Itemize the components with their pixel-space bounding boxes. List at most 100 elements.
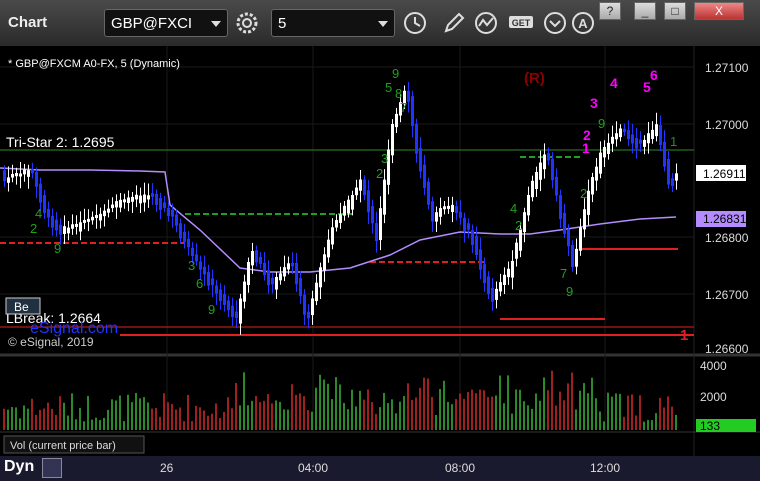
candle	[203, 266, 206, 275]
volume-bar	[471, 389, 473, 430]
get-data-icon[interactable]: GET	[506, 9, 536, 37]
volume-bar	[119, 395, 121, 430]
volume-bar	[255, 395, 257, 430]
candle	[255, 250, 258, 263]
volume-bar	[159, 416, 161, 430]
volume-bar	[647, 419, 649, 430]
candle	[415, 123, 418, 154]
svg-text:4: 4	[35, 206, 42, 221]
volume-bar	[299, 393, 301, 430]
time-label: 26	[160, 461, 174, 475]
menu-arrow-icon[interactable]	[540, 9, 570, 37]
side-count: 1	[670, 134, 677, 149]
candle	[207, 272, 210, 286]
close-button[interactable]: X	[694, 2, 744, 20]
volume-bar	[359, 390, 361, 430]
svg-text:5: 5	[385, 80, 392, 95]
svg-text:1.26700: 1.26700	[705, 288, 749, 302]
dynamic-mode[interactable]: Dyn	[4, 458, 34, 476]
candle	[439, 208, 442, 217]
candle	[347, 199, 350, 214]
candle	[335, 220, 338, 228]
candle	[87, 218, 90, 222]
volume-bar	[15, 407, 17, 430]
volume-bar	[195, 405, 197, 430]
maximize-button[interactable]: □	[664, 2, 686, 20]
volume-bar	[95, 417, 97, 430]
volume-bar	[659, 397, 661, 430]
volume-bar	[215, 403, 217, 430]
volume-bar	[387, 403, 389, 430]
volume-bar	[655, 413, 657, 430]
count-2: 2	[583, 127, 591, 143]
chevron-down-icon[interactable]	[378, 21, 388, 27]
volume-bar	[435, 414, 437, 430]
svg-text:2: 2	[376, 166, 383, 181]
volume-bar	[315, 387, 317, 430]
candle	[479, 249, 482, 270]
interval-field[interactable]: 5	[271, 9, 395, 37]
candle	[559, 195, 562, 220]
pencil-icon[interactable]	[438, 9, 468, 37]
ma-price-tag: 1.26831	[703, 212, 747, 226]
candle	[279, 273, 282, 281]
be-badge-label: Be	[14, 300, 29, 314]
candle	[363, 179, 366, 196]
volume-bar	[3, 408, 5, 430]
volume-bar	[143, 397, 145, 430]
volume-bar	[187, 394, 189, 430]
volume-bar	[627, 395, 629, 430]
volume-bar	[291, 384, 293, 430]
volume-bar	[527, 405, 529, 430]
candle	[195, 254, 198, 262]
candle	[19, 173, 22, 177]
volume-bar	[147, 402, 149, 430]
volume-bar	[71, 393, 73, 430]
minimize-button[interactable]: _	[634, 2, 656, 20]
volume-bar	[163, 393, 165, 430]
svg-text:GET: GET	[512, 18, 531, 28]
volume-bar	[443, 380, 445, 430]
interval-value: 5	[278, 15, 287, 32]
candle	[411, 96, 414, 127]
volume-bar	[467, 392, 469, 430]
candle	[651, 129, 654, 139]
volume-bar	[79, 407, 81, 430]
symbol-field[interactable]: GBP@FXCI	[104, 9, 228, 37]
lock-icon[interactable]	[42, 458, 62, 478]
candle	[175, 214, 178, 226]
candle	[631, 134, 634, 144]
candle	[319, 267, 322, 288]
help-button[interactable]: ?	[599, 2, 621, 20]
clock-icon[interactable]	[400, 9, 430, 37]
volume-bar	[211, 413, 213, 430]
candle	[647, 133, 650, 144]
volume-bar	[99, 420, 101, 430]
svg-text:9: 9	[208, 302, 215, 317]
volume-bar	[363, 399, 365, 430]
settings-gear-icon[interactable]	[232, 9, 262, 37]
studies-icon[interactable]	[472, 9, 502, 37]
volume-bar	[355, 406, 357, 430]
volume-bar	[559, 391, 561, 430]
chevron-down-icon[interactable]	[211, 21, 221, 27]
candle	[283, 267, 286, 277]
candle	[147, 195, 150, 200]
svg-text:9: 9	[598, 116, 605, 131]
svg-text:1.27000: 1.27000	[705, 118, 749, 132]
volume-bar	[263, 400, 265, 430]
candle	[563, 212, 566, 234]
candle	[99, 213, 102, 221]
volume-bar	[563, 400, 565, 430]
candle	[275, 276, 278, 290]
price-chart[interactable]: * GBP@FXCM A0-FX, 5 (Dynamic) Tri-Star 2…	[0, 46, 760, 456]
volume-bar	[267, 394, 269, 430]
volume-bar	[231, 408, 233, 430]
alert-icon[interactable]: A	[568, 9, 598, 37]
volume-bar	[35, 414, 37, 430]
count-4: 4	[610, 75, 618, 91]
svg-text:4000: 4000	[700, 359, 727, 373]
candle	[523, 212, 526, 233]
volume-bar	[151, 408, 153, 430]
volume-bar	[531, 408, 533, 430]
